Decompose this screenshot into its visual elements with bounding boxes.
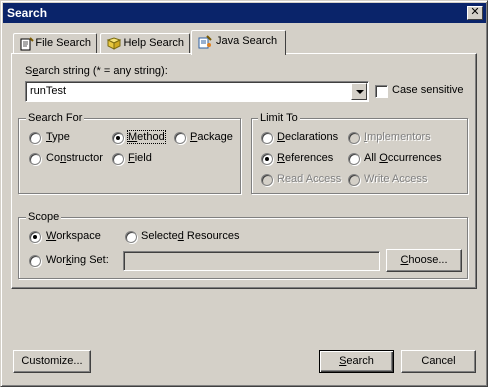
search-for-title: Search For: [26, 112, 85, 124]
working-set-rest: ing Set:: [71, 254, 109, 266]
radio-read-access: [261, 174, 273, 186]
method-label: Method: [127, 130, 166, 144]
tab-help-search-label: Help Search: [123, 37, 184, 49]
radio-constructor[interactable]: [29, 153, 41, 165]
radio-field[interactable]: [112, 153, 124, 165]
radio-package[interactable]: [174, 132, 186, 144]
constructor-label: Constructor: [46, 152, 103, 164]
declarations-label: Declarations: [277, 131, 338, 143]
radio-write-access: [348, 174, 360, 186]
tab-java-search-label: Java Search: [216, 35, 278, 47]
workspace-label: Workspace: [46, 230, 101, 242]
case-sensitive-checkbox[interactable]: [375, 85, 388, 98]
package-label: Package: [190, 131, 233, 143]
references-label: References: [277, 152, 333, 164]
implementors-rest: mplementors: [367, 131, 431, 143]
radio-working-set[interactable]: [29, 255, 41, 267]
references-rest: eferences: [284, 152, 334, 164]
field-label: Field: [128, 152, 152, 164]
workspace-mnemonic: W: [46, 230, 57, 242]
window-title: Search: [7, 6, 48, 20]
method-rest: ethod: [137, 131, 165, 143]
java-search-icon: [197, 35, 213, 49]
search-string-value: runTest: [30, 85, 67, 97]
radio-implementors: [348, 132, 360, 144]
all-occurrences-mnemonic: O: [379, 152, 388, 164]
workspace-rest: orkspace: [56, 230, 101, 242]
help-search-icon: [106, 37, 122, 51]
radio-method[interactable]: [112, 132, 124, 144]
implementors-label: Implementors: [364, 131, 431, 143]
working-set-field: [123, 251, 380, 271]
search-dialog: Search ✕ File Search Help Search Java Se…: [0, 0, 488, 387]
tab-file-search[interactable]: File Search: [13, 33, 97, 53]
read-access-label: Read Access: [277, 173, 342, 185]
search-string-label-rest: arch string (* = any string):: [38, 65, 168, 77]
method-mnemonic: M: [128, 131, 138, 143]
radio-workspace[interactable]: [29, 231, 41, 243]
declarations-mnemonic: D: [277, 131, 285, 143]
constructor-pre: Co: [46, 152, 61, 164]
search-string-combo[interactable]: runTest: [25, 81, 369, 102]
references-mnemonic: R: [277, 152, 285, 164]
choose-button[interactable]: Choose...: [386, 249, 462, 272]
radio-declarations[interactable]: [261, 132, 273, 144]
tab-help-search[interactable]: Help Search: [100, 33, 190, 53]
scope-title: Scope: [26, 211, 62, 223]
search-rest: earch: [346, 355, 374, 367]
radio-selected-resources[interactable]: [125, 231, 137, 243]
search-button[interactable]: Search: [319, 350, 394, 373]
field-mnemonic: F: [128, 152, 135, 164]
constructor-rest: structor: [66, 152, 103, 164]
limit-to-title: Limit To: [258, 112, 300, 124]
cancel-button[interactable]: Cancel: [401, 350, 476, 373]
package-rest: ackage: [197, 131, 233, 143]
tab-java-search[interactable]: Java Search: [191, 30, 286, 55]
tab-file-search-label: File Search: [35, 37, 91, 49]
all-occurrences-rest: ccurrences: [387, 152, 442, 164]
selected-resources-pre: Selecte: [141, 230, 178, 242]
radio-references[interactable]: [261, 153, 273, 165]
close-button[interactable]: ✕: [467, 6, 483, 20]
radio-type[interactable]: [29, 132, 41, 144]
title-bar[interactable]: Search ✕: [3, 3, 486, 23]
all-occurrences-label: All Occurrences: [364, 152, 442, 164]
selected-resources-label: Selected Resources: [141, 230, 239, 242]
type-label: Type: [46, 131, 70, 143]
choose-rest: hoose...: [408, 254, 448, 266]
close-icon: ✕: [470, 6, 480, 18]
field-rest: ield: [134, 152, 152, 164]
radio-all-occurrences[interactable]: [348, 153, 360, 165]
working-set-label: Working Set:: [46, 254, 109, 266]
write-access-label: Write Access: [364, 173, 428, 185]
type-rest: ype: [52, 131, 70, 143]
search-string-label: Search string (* = any string):: [25, 65, 168, 77]
combo-dropdown-button[interactable]: [351, 83, 367, 100]
customize-button[interactable]: Customize...: [13, 350, 91, 373]
case-sensitive-label: Case sensitive: [392, 84, 464, 96]
declarations-rest: eclarations: [284, 131, 339, 143]
file-search-icon: [19, 37, 34, 51]
selected-resources-rest: Resources: [183, 230, 240, 242]
working-set-pre: Wor: [46, 254, 66, 266]
all-occurrences-pre: All: [364, 152, 380, 164]
